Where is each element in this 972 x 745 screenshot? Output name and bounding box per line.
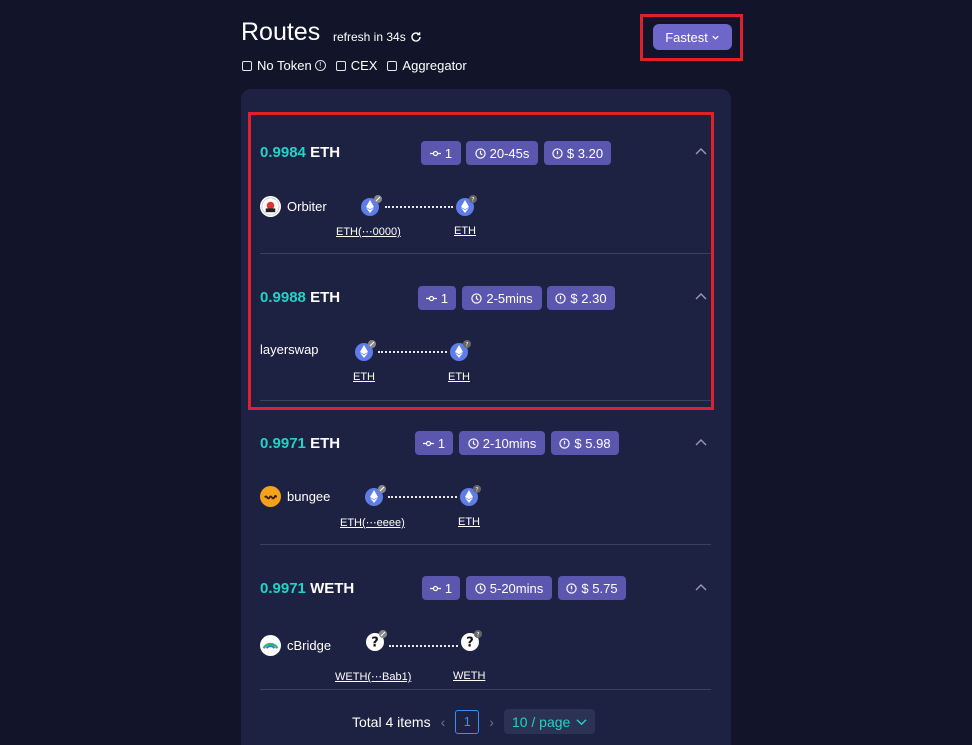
time-badge: 2-10mins xyxy=(459,431,545,455)
fee-icon xyxy=(566,582,578,594)
time-value: 2-10mins xyxy=(482,435,537,451)
filter-aggregator-label: Aggregator xyxy=(402,58,467,73)
clock-icon xyxy=(468,437,479,449)
provider-name: cBridge xyxy=(287,638,332,653)
filter-cex-label: CEX xyxy=(350,58,378,73)
to-token-link[interactable]: ETH xyxy=(458,516,480,528)
from-token-link[interactable]: WETH(⋯Bab1) xyxy=(335,670,411,683)
prev-page-icon[interactable]: ‹ xyxy=(441,714,446,730)
to-token-link[interactable]: WETH xyxy=(453,670,485,682)
filter-aggregator[interactable]: Aggregator xyxy=(387,58,467,73)
time-value: 5-20mins xyxy=(489,580,544,596)
steps-badge: 1 xyxy=(422,576,460,600)
steps-count: 1 xyxy=(444,580,453,596)
filter-no-token[interactable]: No Token ! xyxy=(242,58,326,73)
cbridge-logo-icon xyxy=(260,635,281,656)
route-amount-token: ETH xyxy=(310,435,341,452)
steps-badge: 1 xyxy=(415,431,453,455)
page-number-button[interactable]: 1 xyxy=(455,709,480,734)
filter-no-token-label: No Token xyxy=(257,58,312,73)
svg-text:?: ? xyxy=(476,632,479,639)
steps-count: 1 xyxy=(437,435,446,451)
fee-value: $ 5.98 xyxy=(574,435,611,451)
from-token-link[interactable]: ETH(⋯eeee) xyxy=(340,516,405,529)
route-amount-token: WETH xyxy=(310,580,355,597)
route-divider xyxy=(260,689,711,690)
chevron-down-icon xyxy=(712,35,719,40)
next-page-icon[interactable]: › xyxy=(489,714,494,730)
eth-source-icon xyxy=(365,485,386,506)
svg-text:?: ? xyxy=(466,636,474,651)
route-path-line xyxy=(389,645,458,647)
aggregator-checkbox[interactable] xyxy=(387,60,398,71)
svg-text:?: ? xyxy=(475,487,478,494)
routes-highlight-box xyxy=(248,112,714,410)
eth-dest-icon: ? xyxy=(460,485,481,506)
chevron-up-icon[interactable] xyxy=(694,582,708,592)
refresh-text: refresh in 34s xyxy=(333,30,406,44)
chevron-down-icon xyxy=(576,718,587,725)
filter-cex[interactable]: CEX xyxy=(335,58,378,73)
route-amount: 0.9971 WETH xyxy=(260,580,354,597)
filter-bar: No Token ! CEX Aggregator xyxy=(242,58,467,73)
cex-checkbox[interactable] xyxy=(335,60,346,71)
time-badge: 5-20mins xyxy=(466,576,552,600)
route-amount-value: 0.9971 xyxy=(260,580,306,597)
sort-label: Fastest xyxy=(665,29,708,45)
provider: bungee xyxy=(260,486,330,507)
page-size-select[interactable]: 10 / page xyxy=(503,709,596,734)
page-size-label: 10 / page xyxy=(511,713,571,730)
unknown-token-source-icon: ? xyxy=(366,630,387,651)
refresh-indicator[interactable]: refresh in 34s xyxy=(333,30,422,44)
bungee-logo-icon xyxy=(260,486,281,507)
steps-icon xyxy=(429,585,441,591)
fee-value: $ 5.75 xyxy=(581,580,618,596)
info-icon[interactable]: ! xyxy=(314,60,326,71)
fee-badge: $ 5.98 xyxy=(551,431,619,455)
chevron-up-icon[interactable] xyxy=(694,437,708,447)
route-path-line xyxy=(388,496,457,498)
svg-text:?: ? xyxy=(371,636,379,651)
unknown-token-dest-icon: ?? xyxy=(461,630,482,651)
fee-icon xyxy=(559,437,571,449)
pagination: Total 4 items ‹ 1 › 10 / page xyxy=(352,709,596,734)
page-title: Routes xyxy=(241,18,321,46)
refresh-icon[interactable] xyxy=(410,31,422,43)
total-items: Total 4 items xyxy=(352,713,431,730)
no-token-checkbox[interactable] xyxy=(242,60,252,71)
clock-icon xyxy=(475,582,486,594)
provider-name: bungee xyxy=(287,489,331,504)
sort-dropdown-button[interactable]: Fastest xyxy=(653,24,732,50)
route-divider xyxy=(260,544,711,545)
route-amount: 0.9971 ETH xyxy=(260,435,340,452)
provider: cBridge xyxy=(260,635,331,656)
fee-badge: $ 5.75 xyxy=(558,576,626,600)
route-amount-value: 0.9971 xyxy=(260,435,306,452)
steps-icon xyxy=(422,440,434,446)
